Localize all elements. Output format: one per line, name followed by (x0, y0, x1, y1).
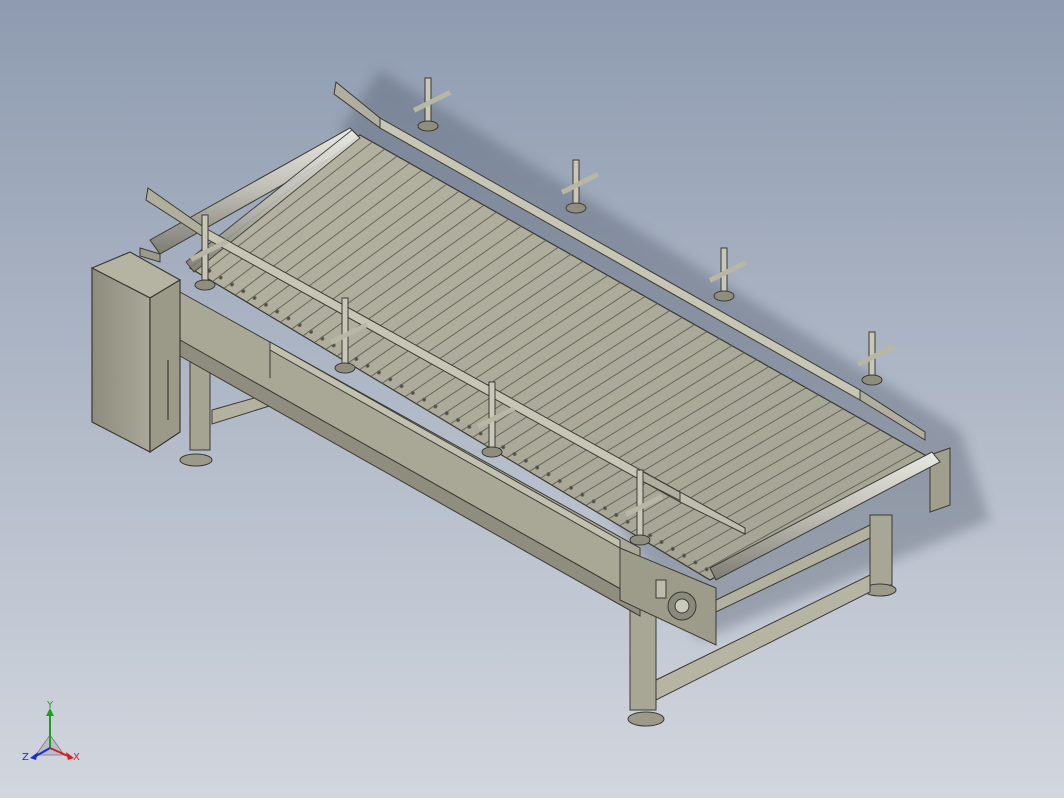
chain-pin (693, 560, 698, 565)
chain-pin (218, 275, 223, 280)
post-clamp (481, 446, 503, 458)
chain-pin (512, 451, 517, 457)
cad-viewport[interactable]: Y X Z (0, 0, 1064, 798)
chain-pin (275, 309, 280, 314)
leg-front-right (869, 514, 893, 586)
chain-pin (546, 472, 551, 477)
chain-pin (614, 512, 619, 518)
post-clamp (194, 279, 216, 291)
chain-pin (535, 465, 540, 470)
chain-pin (704, 567, 709, 572)
chain-pin (263, 302, 268, 307)
chain-pin (467, 424, 472, 429)
chain-pin (648, 533, 653, 538)
chain-pin (568, 485, 574, 490)
post-clamp (629, 534, 651, 546)
chain-pin (478, 431, 483, 436)
chain-pin (659, 539, 664, 545)
post-clamp (417, 120, 439, 132)
chain-pin (308, 329, 314, 334)
chain-pin (410, 390, 415, 395)
leg-front-left (629, 599, 657, 711)
chain-pin (376, 370, 381, 375)
chain-pin (365, 363, 370, 368)
chain-pin (320, 336, 325, 341)
foot-left-rear (179, 453, 213, 467)
z-axis-label: Z (22, 752, 29, 763)
chain-pin (625, 519, 630, 524)
cabinet-door (149, 278, 181, 454)
chain-pin (670, 546, 675, 551)
chain-pin (421, 397, 427, 402)
chain-pin (602, 506, 608, 511)
chain-pin (354, 356, 359, 362)
chain-pin (557, 478, 562, 484)
chain-pin (501, 445, 506, 450)
conveyor-model: Y X Z (0, 0, 1064, 798)
control-cabinet (90, 251, 182, 454)
chain-pin (580, 492, 585, 497)
post-clamp (713, 290, 735, 302)
post-clamp (565, 202, 587, 214)
x-axis-label: X (73, 752, 80, 763)
chain-pin (388, 377, 393, 382)
chain-pin (591, 499, 596, 504)
chain-pin (297, 322, 302, 328)
chain-pin (523, 458, 528, 463)
chain-pin (399, 383, 404, 389)
cabinet-front (91, 267, 151, 453)
chain-pin (455, 417, 461, 423)
chain-pin (229, 282, 235, 287)
post-clamp (861, 374, 883, 386)
chain-pin (252, 295, 257, 301)
drive-bracket (655, 579, 667, 599)
chain-pin (286, 316, 291, 321)
chain-pin (241, 289, 246, 294)
chain-pin (681, 553, 687, 558)
chain-pin (433, 404, 438, 409)
foot-front-left (627, 711, 665, 727)
post-clamp (334, 362, 356, 374)
chain-pin (444, 411, 449, 416)
y-axis-label: Y (46, 700, 54, 711)
